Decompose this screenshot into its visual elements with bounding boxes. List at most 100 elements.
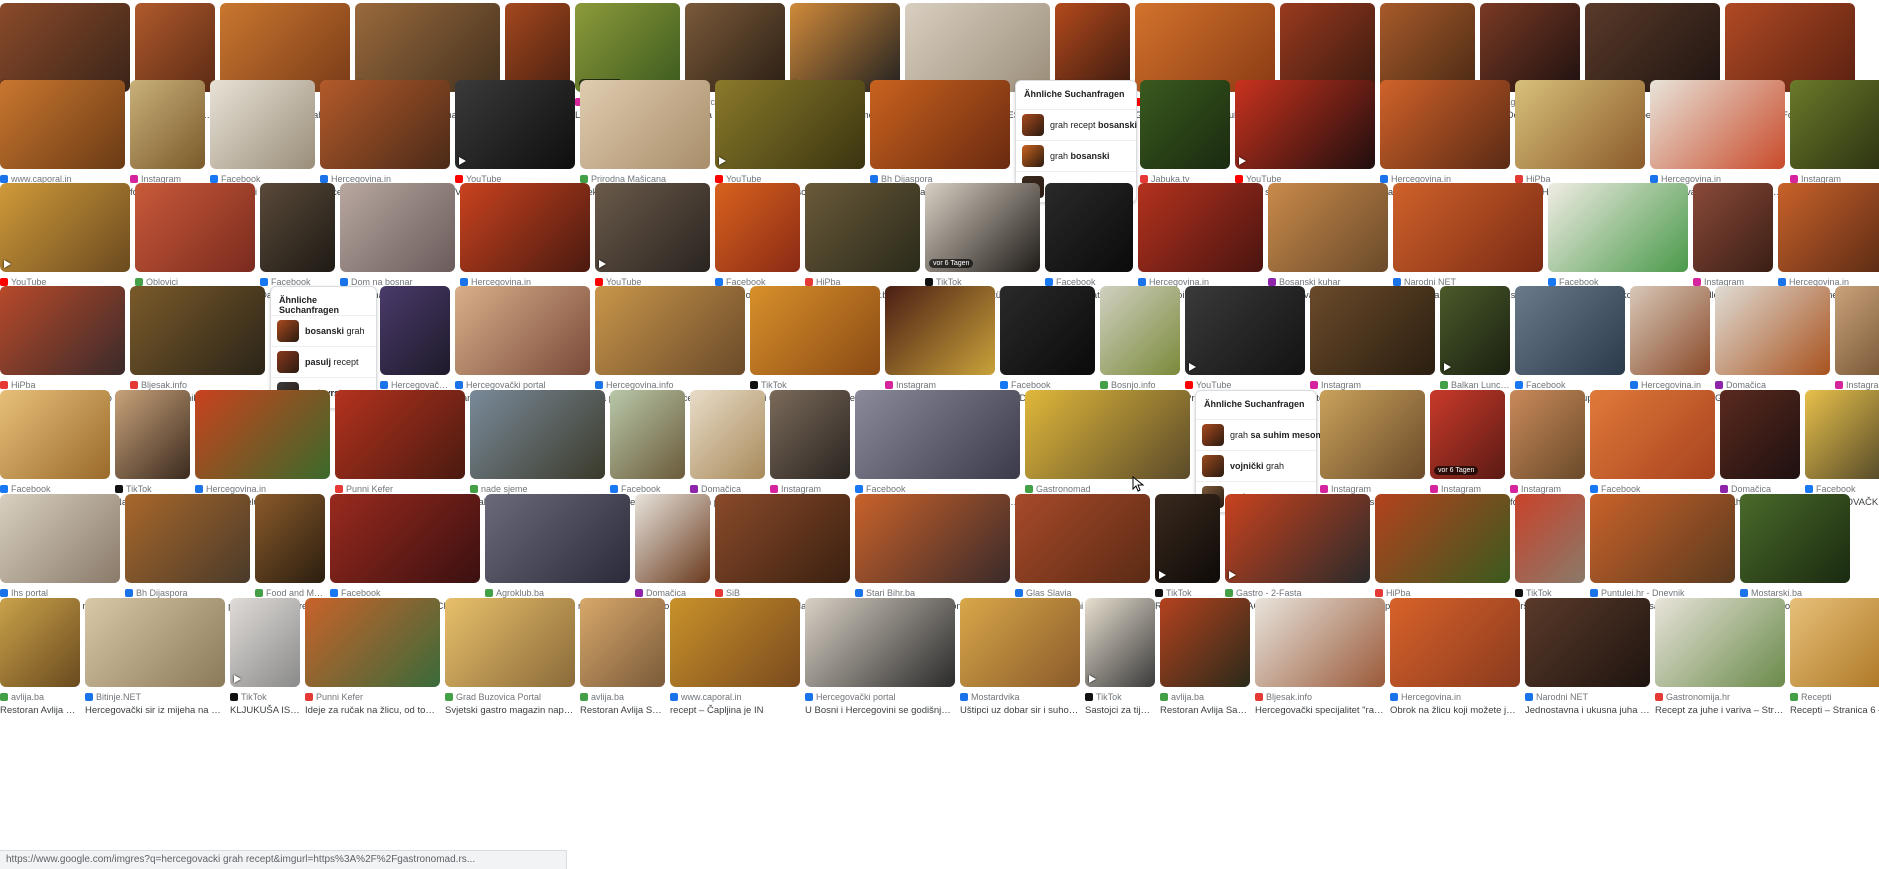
result-thumbnail[interactable] xyxy=(770,390,850,479)
result-thumbnail[interactable] xyxy=(1655,598,1785,687)
result-thumbnail[interactable] xyxy=(1835,286,1879,375)
result-thumbnail[interactable] xyxy=(340,183,455,272)
image-result[interactable]: www.caporal.in recept – Čapljina je IN xyxy=(670,598,800,724)
result-source[interactable]: Recepti xyxy=(1790,691,1879,703)
related-search-item[interactable]: grah recept bosanski xyxy=(1016,109,1137,140)
result-thumbnail[interactable]: vor 6 Tagen xyxy=(925,183,1040,272)
result-title[interactable]: Restoran Avlija Saraj... xyxy=(580,704,665,718)
result-thumbnail[interactable] xyxy=(1310,286,1435,375)
result-thumbnail[interactable] xyxy=(1320,390,1425,479)
result-source[interactable]: avlija.ba xyxy=(0,691,80,703)
result-thumbnail[interactable] xyxy=(1268,183,1388,272)
result-title[interactable]: KLJUKUŠA ISPOD... xyxy=(230,704,300,718)
image-result[interactable]: Recepti Recepti – Stranica 6 – Recept xyxy=(1790,598,1879,724)
result-thumbnail[interactable] xyxy=(0,183,130,272)
result-thumbnail[interactable] xyxy=(1138,183,1263,272)
image-result[interactable]: TikTok Sastojci za tijesto(... xyxy=(1085,598,1155,724)
result-thumbnail[interactable] xyxy=(1140,80,1230,169)
image-result[interactable]: Mostardvika Uštipci uz dobar sir i suhome… xyxy=(960,598,1080,724)
result-thumbnail[interactable] xyxy=(715,183,800,272)
result-thumbnail[interactable] xyxy=(1155,494,1220,583)
result-thumbnail[interactable] xyxy=(230,598,300,687)
image-result[interactable]: Punni Kefer Ideje za ručak na žlicu, od t… xyxy=(305,598,440,724)
result-thumbnail[interactable] xyxy=(380,286,450,375)
result-source[interactable]: TikTok xyxy=(1085,691,1155,703)
result-thumbnail[interactable] xyxy=(715,494,850,583)
result-thumbnail[interactable] xyxy=(330,494,480,583)
related-search-item[interactable]: pasulj recept xyxy=(271,346,376,377)
result-thumbnail[interactable] xyxy=(610,390,685,479)
result-thumbnail[interactable] xyxy=(1160,598,1250,687)
result-thumbnail[interactable] xyxy=(1235,80,1375,169)
result-thumbnail[interactable] xyxy=(460,183,590,272)
result-title[interactable]: U Bosni i Hercegovini se godišnje baci 8… xyxy=(805,704,955,718)
result-thumbnail[interactable] xyxy=(260,183,335,272)
image-result[interactable]: avlija.ba Restoran Avlija Saraj... xyxy=(0,598,80,724)
result-source[interactable]: avlija.ba xyxy=(1160,691,1250,703)
result-thumbnail[interactable]: vor 6 Tagen xyxy=(1430,390,1505,479)
result-source[interactable]: TikTok xyxy=(230,691,300,703)
result-thumbnail[interactable] xyxy=(0,286,125,375)
result-thumbnail[interactable] xyxy=(870,80,1010,169)
result-thumbnail[interactable] xyxy=(1280,3,1375,92)
result-thumbnail[interactable] xyxy=(255,494,325,583)
result-thumbnail[interactable] xyxy=(1100,286,1180,375)
result-thumbnail[interactable] xyxy=(805,598,955,687)
result-thumbnail[interactable] xyxy=(135,183,255,272)
result-thumbnail[interactable] xyxy=(1720,390,1800,479)
result-thumbnail[interactable] xyxy=(1185,286,1305,375)
result-thumbnail[interactable] xyxy=(885,286,995,375)
result-thumbnail[interactable] xyxy=(130,286,265,375)
result-thumbnail[interactable] xyxy=(1805,390,1879,479)
result-thumbnail[interactable] xyxy=(455,286,590,375)
result-thumbnail[interactable] xyxy=(355,3,500,92)
result-thumbnail[interactable] xyxy=(1778,183,1879,272)
result-thumbnail[interactable] xyxy=(1790,598,1879,687)
result-thumbnail[interactable] xyxy=(220,3,350,92)
result-thumbnail[interactable] xyxy=(1590,390,1715,479)
result-thumbnail[interactable] xyxy=(485,494,630,583)
result-source[interactable]: Bitinje.NET xyxy=(85,691,225,703)
result-thumbnail[interactable] xyxy=(1515,80,1645,169)
result-thumbnail[interactable] xyxy=(580,80,710,169)
image-result[interactable]: Grad Buzovica Portal Svjetski gastro maga… xyxy=(445,598,575,724)
result-thumbnail[interactable] xyxy=(685,3,785,92)
result-thumbnail[interactable] xyxy=(1085,598,1155,687)
result-thumbnail[interactable] xyxy=(305,598,440,687)
result-thumbnail[interactable] xyxy=(670,598,800,687)
result-thumbnail[interactable] xyxy=(135,3,215,92)
result-thumbnail[interactable] xyxy=(1225,494,1370,583)
result-title[interactable]: Obrok na žlicu koji možete jesti... xyxy=(1390,704,1520,718)
result-thumbnail[interactable] xyxy=(1135,3,1275,92)
result-title[interactable]: Ideje za ručak na žlicu, od topih j... xyxy=(305,704,440,718)
result-thumbnail[interactable] xyxy=(1548,183,1688,272)
result-source[interactable]: Punni Kefer xyxy=(305,691,440,703)
image-result[interactable]: Gastronomija.hr Recept za juhe i variva –… xyxy=(1655,598,1785,724)
result-thumbnail[interactable] xyxy=(855,494,1010,583)
related-search-item[interactable]: grah bosanski xyxy=(1016,140,1136,171)
image-result[interactable]: Hercegovački portal U Bosni i Hercegovini… xyxy=(805,598,955,724)
result-thumbnail[interactable] xyxy=(1515,286,1625,375)
result-thumbnail[interactable] xyxy=(470,390,605,479)
result-thumbnail[interactable] xyxy=(1380,3,1475,92)
result-source[interactable]: Bljesak.info xyxy=(1255,691,1385,703)
result-title[interactable]: Svjetski gastro magazin napravio... xyxy=(445,704,575,718)
result-thumbnail[interactable] xyxy=(0,80,125,169)
result-thumbnail[interactable] xyxy=(0,598,80,687)
result-thumbnail[interactable] xyxy=(1525,598,1650,687)
result-thumbnail[interactable] xyxy=(595,286,745,375)
result-thumbnail[interactable] xyxy=(1390,598,1520,687)
result-thumbnail[interactable] xyxy=(445,598,575,687)
result-thumbnail[interactable] xyxy=(320,80,450,169)
result-thumbnail[interactable] xyxy=(1590,494,1735,583)
result-thumbnail[interactable] xyxy=(1725,3,1855,92)
result-title[interactable]: Recept za juhe i variva – Stranica ... xyxy=(1655,704,1785,718)
result-title[interactable]: Restoran Avlija Sarajevo xyxy=(1160,704,1250,718)
result-source[interactable]: www.caporal.in xyxy=(670,691,800,703)
result-source[interactable]: Gastronomija.hr xyxy=(1655,691,1785,703)
related-search-item[interactable]: grah sa suhim mesom xyxy=(1196,419,1324,450)
result-thumbnail[interactable] xyxy=(595,183,710,272)
result-source[interactable]: avlija.ba xyxy=(580,691,665,703)
result-thumbnail[interactable] xyxy=(1375,494,1510,583)
result-thumbnail[interactable] xyxy=(115,390,190,479)
